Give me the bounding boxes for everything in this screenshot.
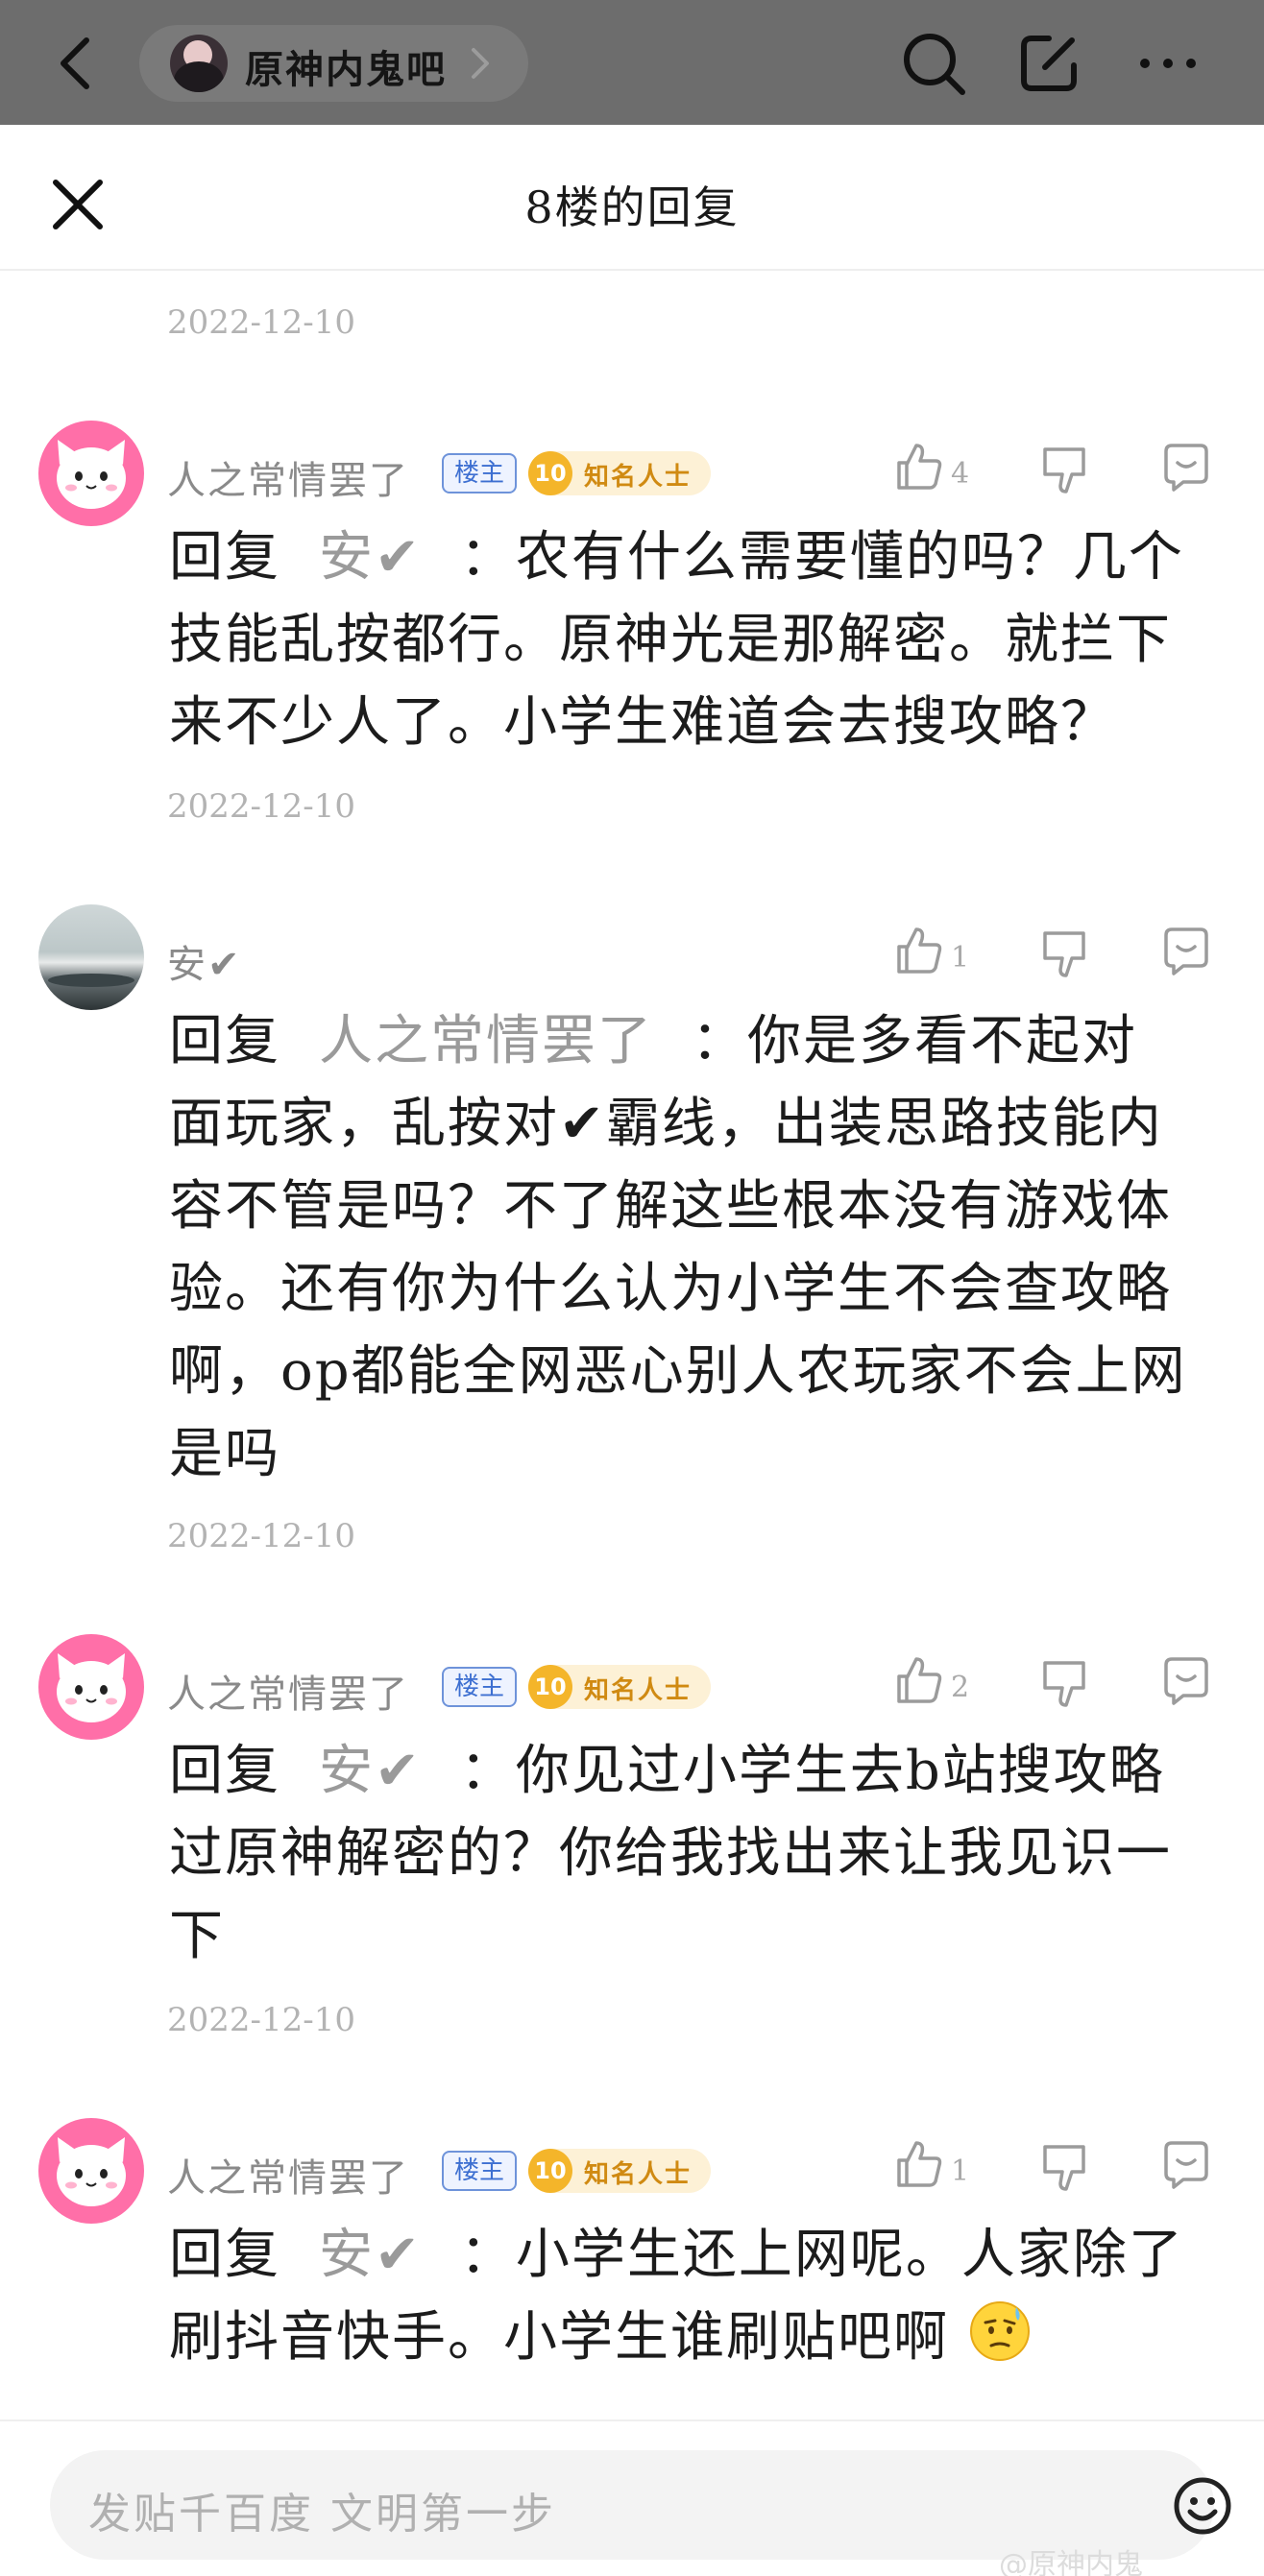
username[interactable]: 人之常情罢了 (167, 449, 409, 505)
reply-label: 回复 (169, 2224, 280, 2286)
op-badge: 楼主 (442, 2151, 517, 2191)
comment-line: 回复 人之常情罢了 ：你是多看不起对 (169, 1000, 1226, 1083)
edit-icon[interactable] (1014, 29, 1083, 98)
comment-date: 2022-12-10 (167, 1517, 356, 1555)
op-badge: 楼主 (442, 1667, 517, 1707)
comment-icon[interactable] (1160, 2139, 1212, 2191)
search-icon[interactable] (899, 29, 968, 98)
comment-body: 回复 人之常情罢了 ：你是多看不起对 面玩家，乱按对✔霸线，出装思路技能内 容不管是… (169, 1000, 1226, 1496)
emoji-icon[interactable] (1172, 2475, 1233, 2537)
avatar[interactable] (38, 2118, 144, 2224)
comment-icon[interactable] (1160, 1655, 1212, 1707)
comment-line: 回复 安✔ ：小学生还上网呢。人家除了 (169, 2214, 1226, 2297)
level-title: 知名人士 (584, 463, 693, 492)
reply-sheet-header: 8楼的回复 (0, 125, 1264, 271)
level-number: 10 (528, 2149, 572, 2193)
thumbs-down-icon[interactable] (1039, 1659, 1089, 1709)
chevron-right-icon (472, 48, 489, 79)
top-bar: 原神内鬼吧 (0, 0, 1264, 125)
forum-avatar (170, 35, 228, 92)
comment-line: 过原神解密的？你给我找出来让我见识一 (169, 1822, 1172, 1885)
like-count: 1 (951, 2155, 970, 2188)
username[interactable]: 人之常情罢了 (167, 1663, 409, 1719)
thumbs-down-icon[interactable] (1039, 929, 1089, 979)
level-title: 知名人士 (584, 1676, 693, 1705)
like-count: 2 (951, 1671, 970, 1704)
level-badge: 10 知名人士 (528, 1665, 711, 1709)
comment-line: 容不管是吗？不了解这些根本没有游戏体 (169, 1175, 1172, 1238)
cat-avatar-icon (57, 2137, 126, 2206)
like-count: 1 (951, 941, 970, 975)
thinking-face-emoji (969, 2301, 1030, 2361)
username[interactable]: 人之常情罢了 (167, 2147, 409, 2203)
back-arrow-icon[interactable] (50, 35, 104, 92)
comment-line: 面玩家，乱按对✔霸线，出装思路技能内 (169, 1093, 1163, 1155)
level-badge: 10 知名人士 (528, 451, 711, 495)
thumbs-up-icon[interactable] (893, 442, 943, 492)
cat-avatar-icon (57, 1653, 126, 1722)
comment-line: 刷抖音快手。小学生谁刷贴吧啊 (169, 2297, 1226, 2379)
reply-label: 回复 (169, 1010, 280, 1072)
level-title: 知名人士 (584, 2160, 693, 2189)
reply-composer: 发贴千百度 文明第一步 @原神内鬼 (0, 2420, 1264, 2576)
forum-name: 原神内鬼吧 (245, 48, 447, 92)
comment-text: ：你是多看不起对 (692, 1010, 1137, 1072)
mention-link[interactable]: 安✔ (319, 526, 422, 589)
comment-icon[interactable] (1160, 442, 1212, 494)
cat-avatar-icon (57, 440, 126, 509)
thumbs-up-icon[interactable] (893, 1655, 943, 1705)
username[interactable]: 安✔ (167, 933, 242, 989)
comment-text: ：小学生还上网呢。人家除了 (459, 2224, 1184, 2286)
comment-line: 验。还有你为什么认为小学生不会查攻略 (169, 1258, 1172, 1320)
level-badge: 10 知名人士 (528, 2149, 711, 2193)
level-number: 10 (528, 1665, 572, 1709)
comment-text: ：你见过小学生去b站搜攻略 (459, 1740, 1165, 1802)
comment-line: 啊，op都能全网恶心别人农玩家不会上网 (169, 1340, 1187, 1403)
like-count: 4 (951, 457, 970, 491)
reply-input-placeholder: 发贴千百度 文明第一步 (88, 2490, 556, 2539)
mention-link[interactable]: 人之常情罢了 (319, 1010, 653, 1072)
avatar[interactable] (38, 1634, 144, 1740)
comment-line: 技能乱按都行。原神光是那解密。就拦下 (169, 609, 1172, 671)
comment-icon[interactable] (1160, 926, 1212, 977)
thumbs-down-icon[interactable] (1039, 2143, 1089, 2193)
thumbs-up-icon[interactable] (893, 926, 943, 975)
avatar[interactable] (38, 904, 144, 1010)
comment-text: 刷抖音快手。小学生谁刷贴吧啊 (169, 2306, 949, 2369)
avatar[interactable] (38, 421, 144, 526)
comment-text: ：农有什么需要懂的吗？几个 (459, 526, 1184, 589)
op-badge: 楼主 (442, 453, 517, 494)
reply-label: 回复 (169, 1740, 280, 1802)
mention-link[interactable]: 安✔ (319, 1740, 422, 1802)
comment-line: 来不少人了。小学生难道会去搜攻略？ (169, 691, 1116, 754)
comment-line: 是吗 (169, 1423, 280, 1485)
comment-date: 2022-12-10 (167, 303, 356, 342)
thumbs-up-icon[interactable] (893, 2139, 943, 2189)
thumbs-down-icon[interactable] (1039, 445, 1089, 495)
sheet-title: 8楼的回复 (524, 181, 740, 233)
comment-body: 回复 安✔ ：小学生还上网呢。人家除了 刷抖音快手。小学生谁刷贴吧啊 (169, 2214, 1226, 2379)
comment-body: 回复 安✔ ：你见过小学生去b站搜攻略 过原神解密的？你给我找出来让我见识一 下 (169, 1730, 1226, 1978)
watermark: @原神内鬼 (999, 2548, 1143, 2576)
comment-date: 2022-12-10 (167, 787, 356, 826)
comment-line: 回复 安✔ ：农有什么需要懂的吗？几个 (169, 517, 1226, 599)
more-icon[interactable] (1133, 29, 1203, 98)
comment-body: 回复 安✔ ：农有什么需要懂的吗？几个 技能乱按都行。原神光是那解密。就拦下 来不少… (169, 517, 1226, 764)
comment-line: 下 (169, 1905, 225, 1967)
comment-date: 2022-12-10 (167, 2001, 356, 2039)
reply-label: 回复 (169, 526, 280, 589)
mention-link[interactable]: 安✔ (319, 2224, 422, 2286)
comment-line: 回复 安✔ ：你见过小学生去b站搜攻略 (169, 1730, 1226, 1813)
forum-entry[interactable]: 原神内鬼吧 (139, 25, 528, 102)
level-number: 10 (528, 451, 572, 495)
